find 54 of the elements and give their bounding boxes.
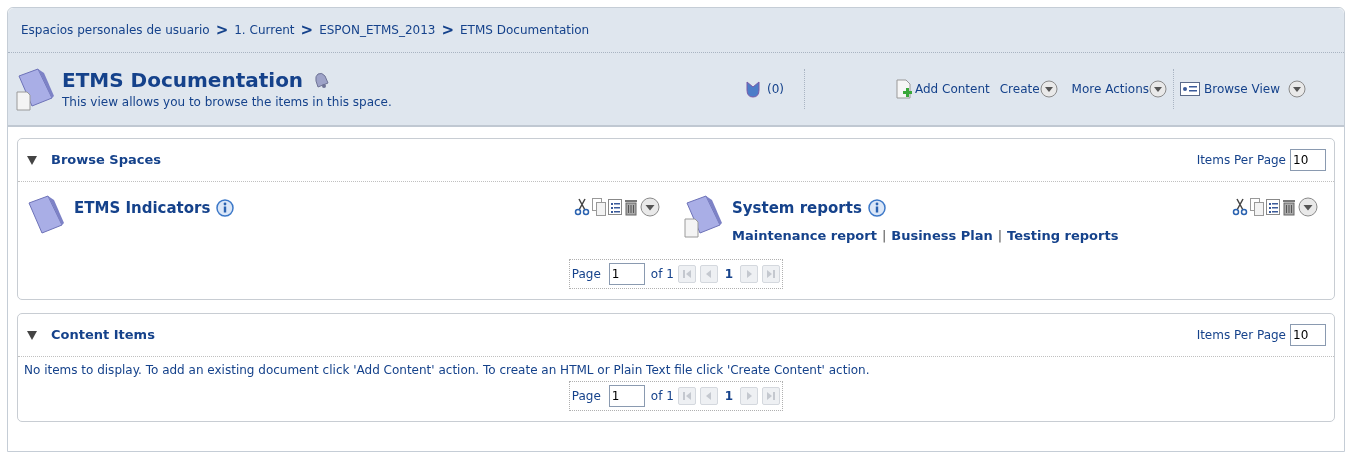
collapse-triangle-icon[interactable]: [26, 154, 38, 166]
dropdown-icon[interactable]: [640, 197, 660, 217]
space-link[interactable]: System reports: [732, 197, 862, 220]
subspace-link[interactable]: Maintenance report: [732, 225, 877, 245]
properties-icon[interactable]: [1266, 198, 1280, 216]
collapse-triangle-icon[interactable]: [26, 329, 38, 341]
menu-button[interactable]: Create: [999, 80, 1058, 98]
dropdown-icon[interactable]: [1039, 80, 1058, 98]
trash-icon[interactable]: [624, 198, 638, 216]
panel-title: Content Items: [51, 326, 156, 345]
breadcrumb-link[interactable]: ETMS Documentation: [460, 21, 590, 39]
breadcrumb-link[interactable]: ESPON_ETMS_2013: [319, 21, 436, 39]
info-icon[interactable]: [216, 199, 235, 218]
dropdown-icon[interactable]: [1298, 197, 1318, 217]
panel-title: Browse Spaces: [51, 151, 163, 170]
space-link[interactable]: ETMS Indicators: [74, 197, 211, 220]
subspace-link[interactable]: Testing reports: [1007, 225, 1119, 245]
items-per-page-field[interactable]: 10: [1290, 149, 1326, 171]
link-separator: |: [997, 226, 1003, 245]
subspace-link[interactable]: Business Plan: [891, 225, 993, 245]
breadcrumb-link[interactable]: 1. Current: [234, 21, 295, 39]
items-per-page-label: Items Per Page: [1196, 327, 1286, 344]
pager-label: Page: [571, 388, 601, 405]
page-count: of 1: [650, 388, 674, 405]
folder-icon[interactable]: [684, 193, 724, 239]
items-per-page-field[interactable]: 10: [1290, 324, 1326, 346]
items-per-page-label: Items Per Page: [1196, 152, 1286, 169]
breadcrumb-separator: >: [300, 19, 314, 41]
info-icon[interactable]: [867, 199, 886, 218]
view-button[interactable]: Browse View: [1173, 69, 1336, 109]
page-count: of 1: [650, 266, 674, 283]
trash-icon[interactable]: [1282, 198, 1296, 216]
pager-label: Page: [571, 266, 601, 283]
link-separator: |: [881, 226, 887, 245]
view-icon[interactable]: [1180, 82, 1200, 96]
breadcrumb-separator: >: [215, 19, 229, 41]
add-document-icon[interactable]: [894, 79, 915, 99]
properties-icon[interactable]: [608, 198, 622, 216]
folder-icon[interactable]: [16, 66, 56, 112]
add-content-button[interactable]: Add Content: [894, 79, 990, 99]
current-page: 1: [724, 388, 734, 405]
scissors-icon[interactable]: [1232, 198, 1248, 216]
current-page: 1: [724, 266, 734, 283]
page-title: ETMS Documentation: [62, 67, 304, 93]
empty-message: No items to display. To add an existing document click 'Add Content' action. To create an HTML or Plain Text file click 'Create Content' action.: [23, 362, 871, 379]
breadcrumb-separator: >: [441, 19, 454, 41]
breadcrumb-link[interactable]: Espacios personales de usuario: [21, 21, 210, 39]
dropdown-icon[interactable]: [1149, 80, 1167, 98]
notification-count: (0): [766, 81, 784, 98]
menu-button[interactable]: More Actions: [1071, 80, 1167, 98]
dropdown-icon[interactable]: [1288, 80, 1306, 98]
shield-icon[interactable]: [744, 80, 761, 98]
page-description: This view allows you to browse the items in this space.: [62, 94, 392, 111]
scissors-icon[interactable]: [574, 198, 590, 216]
